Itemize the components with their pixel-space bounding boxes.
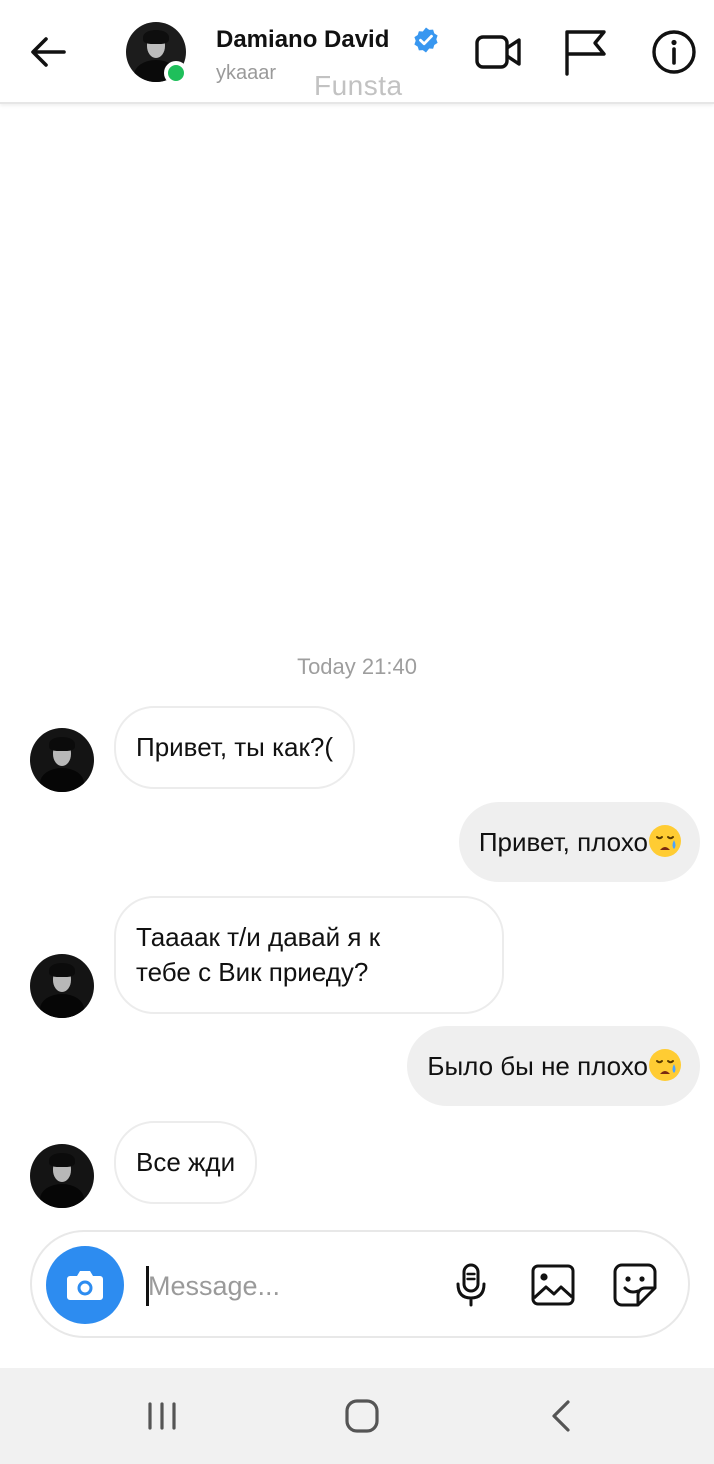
message-text-line: Тааaак т/и давай я к xyxy=(136,922,381,952)
back-arrow-icon[interactable] xyxy=(26,30,70,74)
message-composer xyxy=(30,1230,690,1338)
sender-avatar[interactable] xyxy=(30,1144,94,1208)
contact-name[interactable]: Damiano David xyxy=(216,26,389,54)
message-text: Все жди xyxy=(136,1147,236,1177)
video-camera-icon[interactable] xyxy=(472,26,524,78)
sad-tear-emoji-icon xyxy=(649,1049,681,1081)
message-text: Было бы не плохо xyxy=(427,1051,648,1081)
message-text-line: тебе с Вик приеду? xyxy=(136,957,369,987)
message-bubble-outgoing[interactable]: Было бы не плохо xyxy=(407,1026,700,1106)
message-timestamp: Today 21:40 xyxy=(297,654,417,679)
home-icon[interactable] xyxy=(340,1396,384,1436)
chat-header: Damiano David ykaaar Funsta xyxy=(0,0,714,104)
flag-icon[interactable] xyxy=(560,26,612,78)
message-bubble-incoming[interactable]: Привет, ты как?( xyxy=(114,706,355,789)
camera-button[interactable] xyxy=(46,1246,124,1324)
watermark-text: Funsta xyxy=(314,70,403,101)
message-bubble-outgoing[interactable]: Привет, плохо xyxy=(458,802,700,882)
camera-icon xyxy=(67,1271,103,1300)
back-nav-icon[interactable] xyxy=(540,1396,584,1436)
message-input[interactable] xyxy=(148,1262,438,1310)
message-text: Привет, плохо xyxy=(478,827,648,857)
sender-avatar[interactable] xyxy=(30,728,94,792)
sad-tear-emoji-icon xyxy=(649,825,681,857)
verified-badge-icon xyxy=(414,27,438,53)
contact-username: ykaaar xyxy=(216,62,277,84)
recent-apps-icon[interactable] xyxy=(140,1396,184,1436)
message-bubble-incoming[interactable]: Тааaак т/и давай я к тебе с Вик приеду? xyxy=(114,896,504,1014)
message-bubble-incoming[interactable]: Все жди xyxy=(114,1121,258,1204)
sender-avatar[interactable] xyxy=(30,954,94,1018)
message-text: Привет, ты как?( xyxy=(136,732,333,762)
system-navigation-bar xyxy=(0,1368,714,1464)
sticker-icon[interactable] xyxy=(610,1260,660,1310)
image-gallery-icon[interactable] xyxy=(528,1260,578,1310)
online-status-dot xyxy=(164,61,188,85)
info-icon[interactable] xyxy=(648,26,700,78)
microphone-icon[interactable] xyxy=(446,1260,496,1310)
